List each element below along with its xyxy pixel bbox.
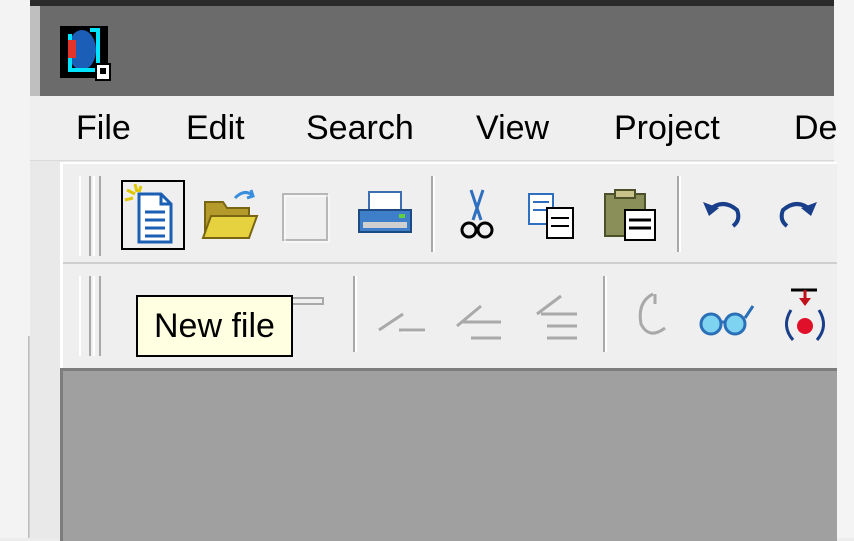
indent-button-2[interactable] bbox=[447, 280, 511, 350]
copy-icon bbox=[528, 193, 574, 239]
standard-toolbar bbox=[63, 166, 837, 264]
save-button[interactable] bbox=[275, 180, 339, 250]
undo-button[interactable] bbox=[693, 180, 757, 250]
menu-search[interactable]: Search bbox=[306, 110, 414, 146]
toolbar-grip-inner bbox=[93, 176, 101, 256]
toolbar-separator bbox=[431, 176, 435, 252]
title-bar[interactable] bbox=[30, 6, 834, 96]
breakpoint-icon bbox=[785, 288, 825, 341]
menu-project[interactable]: Project bbox=[614, 110, 720, 146]
printer-icon bbox=[358, 191, 412, 233]
blank-disabled-icon bbox=[282, 193, 330, 243]
menu-view[interactable]: View bbox=[476, 110, 549, 146]
undo-icon bbox=[703, 202, 741, 228]
redo-button[interactable] bbox=[763, 180, 827, 250]
new-file-tooltip: New file bbox=[136, 295, 293, 357]
toolbar-grip-inner bbox=[93, 276, 101, 356]
menu-bar: File Edit Search View Project De bbox=[30, 96, 837, 161]
menu-file[interactable]: File bbox=[76, 110, 131, 146]
breakpoint-disabled-icon bbox=[638, 292, 666, 335]
glasses-icon bbox=[699, 305, 755, 336]
line-disabled-icon bbox=[378, 312, 425, 333]
indent-button-1[interactable] bbox=[369, 280, 433, 350]
outdent-disabled-icon bbox=[536, 294, 577, 340]
paste-button[interactable] bbox=[599, 180, 663, 250]
desktop-right-band bbox=[834, 0, 854, 538]
breakpoint-disabled-button[interactable] bbox=[619, 280, 683, 350]
title-bar-edge bbox=[30, 6, 40, 96]
desktop-left-band bbox=[0, 0, 30, 538]
watch-button[interactable] bbox=[693, 280, 757, 350]
toolbar-grip[interactable] bbox=[79, 276, 91, 356]
redo-icon bbox=[779, 202, 817, 228]
ide-window: File Edit Search View Project De bbox=[30, 0, 837, 541]
mdi-workspace[interactable] bbox=[60, 368, 837, 541]
toolbar-separator bbox=[353, 276, 357, 352]
run-to-cursor-button[interactable] bbox=[769, 280, 833, 350]
new-file-button[interactable] bbox=[121, 180, 185, 250]
indent-disabled-icon bbox=[456, 304, 501, 340]
new-file-icon bbox=[124, 183, 173, 244]
cut-button[interactable] bbox=[445, 180, 509, 250]
open-folder-icon bbox=[201, 189, 259, 239]
menu-debug[interactable]: De bbox=[794, 110, 837, 146]
copy-button[interactable] bbox=[521, 180, 585, 250]
app-logo-icon[interactable] bbox=[60, 26, 112, 82]
print-button[interactable] bbox=[353, 180, 417, 250]
clipboard-icon bbox=[604, 189, 656, 241]
open-file-button[interactable] bbox=[197, 180, 261, 250]
toolbar-separator bbox=[677, 176, 681, 252]
scissors-icon bbox=[460, 189, 494, 239]
toolbar-grip[interactable] bbox=[79, 176, 91, 256]
toolbar-separator bbox=[603, 276, 607, 352]
menu-edit[interactable]: Edit bbox=[186, 110, 245, 146]
indent-button-3[interactable] bbox=[523, 280, 587, 350]
